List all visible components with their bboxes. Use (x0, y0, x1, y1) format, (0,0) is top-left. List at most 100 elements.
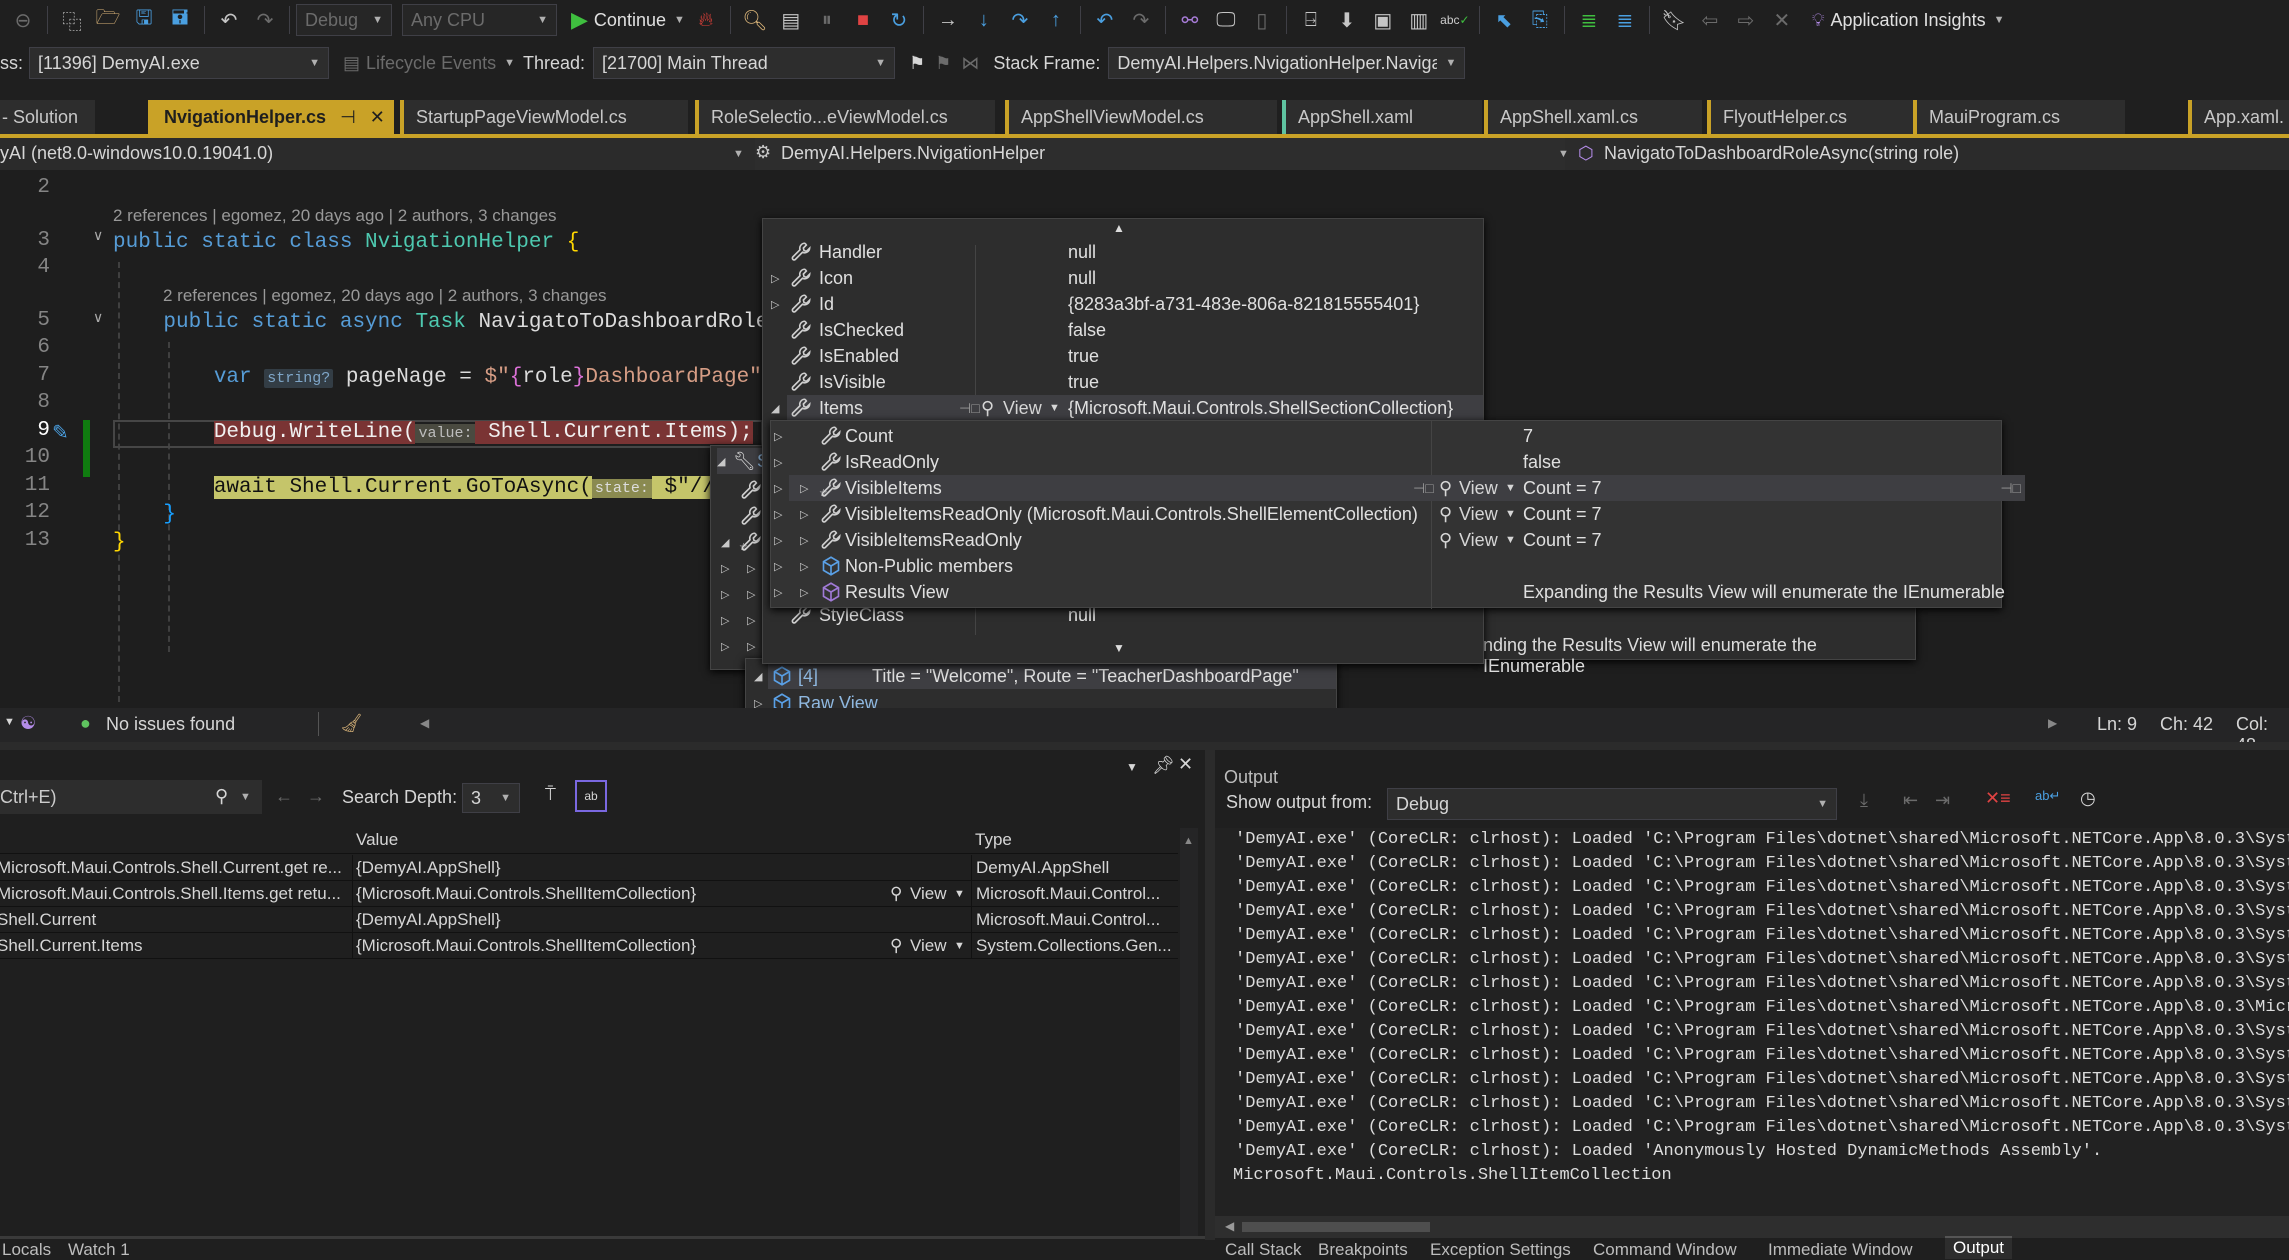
redo-icon[interactable]: ↷ (250, 3, 280, 37)
expand-icon[interactable]: ▷ (774, 482, 782, 495)
flag-threads-icon[interactable]: ⚑ (935, 53, 951, 74)
show-next-statement-icon[interactable]: → (933, 3, 963, 37)
datatip-row[interactable]: ▷ Icon null (763, 265, 1483, 291)
datatip-row[interactable]: ▷ ▷ ☆ VisibleItems ⊣□ ⚲ View ▼ Count = 7 ⊣□ (774, 475, 2025, 501)
collapse-icon[interactable]: ◢ (721, 536, 729, 549)
expand-icon[interactable]: ▷ (774, 456, 782, 469)
search-depth-dropdown[interactable]: 3 ▼ (462, 783, 520, 813)
datatip-row[interactable]: IsChecked false (763, 317, 1483, 343)
configuration-dropdown[interactable]: Debug ▼ (296, 4, 392, 36)
chevron-down-icon[interactable]: ▼ (4, 716, 15, 728)
continue-button[interactable]: ▶ Continue ▼ (571, 3, 685, 37)
magnifier-icon[interactable]: ⚲ (1439, 478, 1452, 499)
application-insights-button[interactable]: 💡︎ Application Insights ▼ (1812, 3, 2005, 37)
show-threads-icon[interactable]: ⋈ (961, 53, 979, 74)
datatip-row[interactable]: ▷ ▷ VisibleItemsReadOnly (Microsoft.Maui.C… (771, 501, 2001, 527)
datatip-row[interactable]: ▷ ▷ VisibleItemsReadOnly ⚲ View ▼ Count = 7 (771, 527, 2001, 553)
pin-icon[interactable]: ⊣□ (1413, 480, 1434, 497)
search-input[interactable]: Ctrl+E) ⚲ ▼ (0, 780, 262, 814)
pin-icon[interactable]: ⊣□ (2000, 480, 2021, 497)
tab-appshell-xaml[interactable]: AppShell.xaml (1282, 100, 1482, 134)
comment-icon[interactable]: ≣ (1574, 3, 1604, 37)
panel-splitter[interactable] (1205, 750, 1215, 1240)
chevron-down-icon[interactable]: ▼ (954, 940, 965, 952)
issues-status[interactable]: No issues found (106, 714, 235, 735)
datatip-row[interactable]: ▷ ▷ Results View Expanding the Results View… (771, 579, 2005, 605)
scroll-left-icon[interactable]: ◀ (1225, 1219, 1234, 1233)
expand-icon[interactable]: ▷ (800, 560, 808, 573)
previous-message-icon[interactable]: ⇤ (1903, 790, 1918, 811)
next-message-icon[interactable]: ⇥ (1935, 790, 1950, 811)
export-icon[interactable]: ⍈ (1296, 3, 1326, 37)
panel-menu-icon[interactable]: ▼ (1126, 760, 1138, 774)
redo-step-icon[interactable]: ↷ (1126, 3, 1156, 37)
datatip-row[interactable]: Handler null (763, 239, 1483, 265)
hex-display-icon[interactable]: ab (575, 780, 607, 812)
codelens[interactable]: 2 references | egomez, 20 days ago | 2 a… (163, 286, 607, 306)
magnifier-icon[interactable]: ⚲ (1439, 504, 1452, 525)
search-forward-icon[interactable]: → (307, 786, 325, 807)
view-button[interactable]: View (1459, 478, 1498, 499)
view-button[interactable]: View (910, 936, 947, 956)
debug-pencil-icon[interactable]: ✎ (52, 420, 69, 445)
expand-icon[interactable]: ▷ (774, 586, 782, 599)
tab-startuppageviewmodel-cs[interactable]: StartupPageViewModel.cs (400, 100, 688, 134)
tab-appshell-xaml-cs[interactable]: AppShell.xaml.cs (1484, 100, 1702, 134)
scroll-up-icon[interactable]: ▲ (1183, 835, 1194, 847)
scroll-left-icon[interactable]: ◀ (420, 716, 429, 730)
phone-icon[interactable]: ▯ (1247, 3, 1277, 37)
pin-icon[interactable]: 📌︎ (1152, 755, 1175, 776)
expand-icon[interactable]: ▷ (774, 534, 782, 547)
expand-icon[interactable]: ▷ (721, 562, 729, 575)
word-wrap-icon[interactable]: ab↵ (2035, 788, 2060, 804)
pause-icon[interactable]: ⏸ (812, 3, 842, 37)
scrollbar-thumb[interactable] (1242, 1222, 1430, 1232)
clear-all-icon[interactable]: ✕≡ (1985, 788, 2011, 809)
platform-dropdown[interactable]: Any CPU ▼ (402, 4, 557, 36)
stack-frame-dropdown[interactable]: DemyAI.Helpers.NvigationHelper.Navigat ▼ (1108, 47, 1466, 79)
magnifier-icon[interactable]: ⚲ (890, 884, 902, 904)
expand-icon[interactable]: ▷ (747, 588, 755, 601)
tab-call-stack[interactable]: Call Stack (1225, 1240, 1302, 1260)
android-icon[interactable]: ⬇ (1332, 3, 1362, 37)
column-header-type[interactable]: Type (975, 830, 1012, 850)
collapse-icon[interactable]: ◢ (754, 670, 762, 683)
view-button[interactable]: View (1459, 530, 1498, 551)
tab-command-window[interactable]: Command Window (1593, 1240, 1737, 1260)
tab-app-xaml-[interactable]: App.xaml. (2188, 100, 2289, 134)
chevron-down-icon[interactable]: ▼ (1505, 534, 1516, 546)
chevron-down-icon[interactable]: ▼ (1505, 508, 1516, 520)
navigate-back-icon[interactable]: ⊖ (8, 3, 38, 37)
expand-icon[interactable]: ▷ (774, 430, 782, 443)
expand-icon[interactable]: ▷ (800, 586, 808, 599)
panel-splitter[interactable] (0, 742, 2289, 750)
pin-icon[interactable]: ⊣ (340, 107, 356, 128)
spell-check-icon[interactable]: abc ✓ (1440, 3, 1470, 37)
pin-to-source-icon[interactable]: ⍑ (545, 784, 556, 805)
expand-icon[interactable]: ▷ (800, 482, 808, 495)
expand-icon[interactable]: ▷ (771, 298, 779, 311)
project-dropdown[interactable]: yAI (net8.0-windows10.0.19041.0) (0, 143, 273, 164)
view-button[interactable]: View (1459, 504, 1498, 525)
datatip-row[interactable]: ▷ IsReadOnly false (771, 449, 2001, 475)
datatip-row[interactable]: IsVisible true (763, 369, 1483, 395)
tab-mauiprogram-cs[interactable]: MauiProgram.cs (1913, 100, 2125, 134)
view-button[interactable]: View (1003, 398, 1042, 419)
tab-watch-1[interactable]: Watch 1 (68, 1240, 130, 1260)
tab-appshellviewmodel-cs[interactable]: AppShellViewModel.cs (1005, 100, 1277, 134)
datatip-row[interactable]: ▷ ▷ Non-Public members (771, 553, 2001, 579)
expand-icon[interactable]: ▷ (721, 588, 729, 601)
locals-row[interactable]: Microsoft.Maui.Controls.Shell.Current.ge… (0, 855, 1178, 881)
tab--solution[interactable]: - Solution (0, 100, 95, 134)
flag-icon[interactable]: ⚑ (909, 53, 925, 74)
expand-icon[interactable]: ▷ (747, 614, 755, 627)
tab-output[interactable]: Output (1945, 1236, 2013, 1259)
datatip-row[interactable]: ◢ Items ⊣□ ⚲ View ▼ {Microsoft.Maui.Controls.S… (771, 395, 1483, 421)
next-bookmark-icon[interactable]: ⇨ (1731, 3, 1761, 37)
column-header-value[interactable]: Value (356, 830, 398, 850)
expand-icon[interactable]: ▷ (747, 640, 755, 653)
save-all-icon[interactable]: 🖬 (165, 3, 195, 37)
search-back-icon[interactable]: ← (275, 786, 293, 807)
timestamp-icon[interactable]: ◷ (2080, 788, 2096, 809)
expand-icon[interactable]: ▷ (771, 272, 779, 285)
